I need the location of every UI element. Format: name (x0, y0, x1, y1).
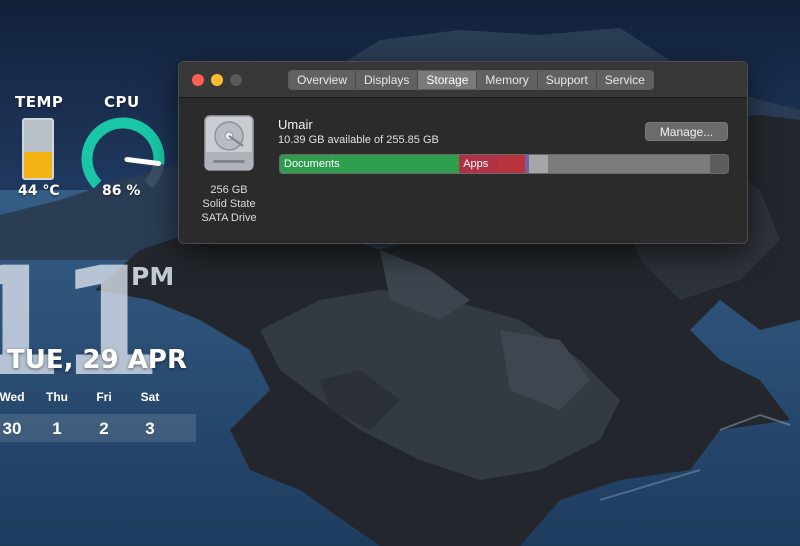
window-titlebar[interactable]: Overview Displays Storage Memory Support… (179, 62, 747, 98)
calendar-day: Fri (96, 390, 112, 404)
calendar-date: 30 (2, 419, 22, 438)
manage-button[interactable]: Manage... (645, 122, 728, 141)
tab-support[interactable]: Support (538, 71, 597, 89)
calendar-day: Wed (0, 390, 25, 404)
storage-segment-label: Apps (463, 158, 489, 170)
minimize-button[interactable] (211, 74, 223, 86)
temp-label: TEMP (15, 93, 64, 111)
cpu-value: 86 % (102, 183, 141, 199)
tab-storage[interactable]: Storage (418, 71, 478, 89)
temp-value: 44 °C (18, 183, 60, 199)
tab-memory[interactable]: Memory (477, 71, 538, 89)
tab-overview[interactable]: Overview (289, 71, 357, 89)
tab-bar: Overview Displays Storage Memory Support… (288, 70, 654, 90)
cpu-label: CPU (104, 93, 140, 111)
storage-usage-bar[interactable]: Documents Apps (279, 154, 729, 174)
storage-segment[interactable] (529, 155, 548, 173)
storage-segment[interactable]: Apps (459, 155, 499, 173)
calendar-day: Sat (140, 390, 160, 404)
about-this-mac-window: Overview Displays Storage Memory Support… (178, 61, 748, 244)
storage-segment[interactable] (498, 155, 526, 173)
clock-ampm: PM (131, 262, 175, 291)
storage-segment-label: Documents (284, 158, 340, 170)
calendar-day: Thu (46, 390, 68, 404)
temp-gauge (22, 118, 54, 180)
calendar-date: 1 (52, 419, 62, 438)
close-button[interactable] (192, 74, 204, 86)
calendar-date: 3 (145, 419, 155, 438)
drive-interface: SATA Drive (201, 212, 257, 224)
drive-type: Solid State (202, 198, 256, 210)
calendar-date: 2 (99, 419, 109, 438)
tab-service[interactable]: Service (597, 71, 653, 89)
temp-gauge-fill (24, 151, 52, 178)
volume-name: Umair (278, 117, 313, 132)
tab-displays[interactable]: Displays (356, 71, 419, 89)
volume-availability: 10.39 GB available of 255.85 GB (278, 134, 439, 146)
storage-segment[interactable] (547, 155, 711, 173)
drive-capacity: 256 GB (210, 184, 248, 196)
clock-date: TUE, 29 APR (7, 345, 187, 375)
storage-segment[interactable]: Documents (280, 155, 460, 173)
hard-drive-icon (204, 115, 254, 171)
zoom-button[interactable] (230, 74, 242, 86)
